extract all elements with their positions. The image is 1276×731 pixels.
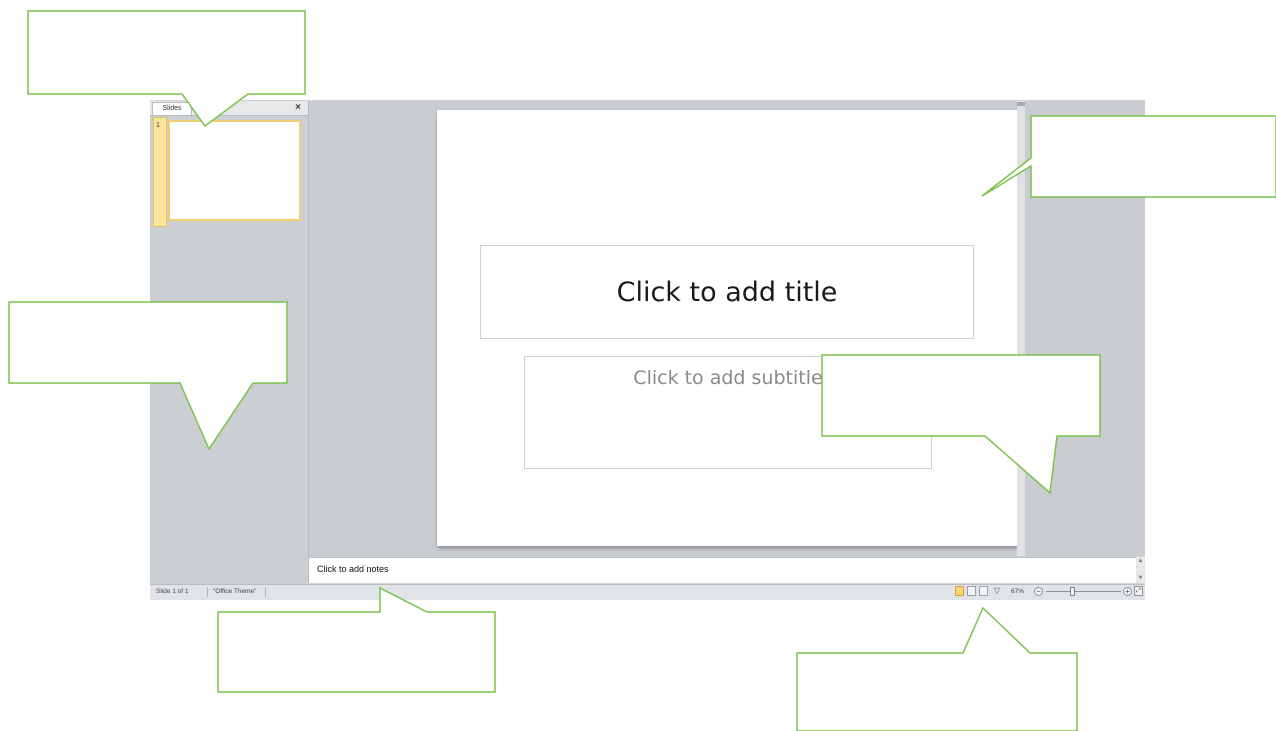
slide-selection-indicator [153,117,167,227]
scroll-up-icon[interactable]: ▲ [1136,557,1145,566]
notes-scrollbar[interactable]: ▲ ▼ [1136,557,1145,583]
tab-outline[interactable] [196,102,236,114]
scroll-down-icon[interactable]: ▼ [1136,574,1145,583]
close-icon[interactable]: × [293,102,303,113]
tab-slides[interactable]: Slides [152,102,192,115]
zoom-out-icon[interactable]: − [1034,587,1043,596]
callout-box [217,586,496,693]
zoom-level-label[interactable]: 67% [1011,586,1024,598]
slide-thumbnail[interactable] [168,120,301,221]
subtitle-placeholder[interactable]: Click to add subtitle [524,356,932,469]
title-placeholder[interactable]: Click to add title [480,245,974,339]
slideshow-view-button[interactable]: ▽ [993,586,1001,596]
zoom-in-icon[interactable]: + [1123,587,1132,596]
normal-view-button[interactable] [955,586,964,596]
slide-count-status: Slide 1 of 1 [156,588,189,595]
vertical-scrollbar[interactable] [1017,101,1025,556]
notes-placeholder: Click to add notes [317,564,389,574]
fit-to-window-icon[interactable]: ⤢ [1134,586,1143,596]
callout-box [796,606,1078,731]
status-divider [207,587,208,597]
slide-sorter-view-button[interactable] [967,586,976,596]
zoom-slider-track[interactable] [1046,591,1121,592]
reading-view-button[interactable] [979,586,988,596]
scrollbar-thumb[interactable] [1017,102,1025,106]
slide-thumbnail-number: 1 [156,122,160,129]
notes-pane[interactable]: Click to add notes [309,557,1136,583]
theme-name-status[interactable]: "Office Theme" [213,586,256,598]
status-divider [265,587,266,597]
zoom-slider-handle[interactable] [1070,587,1075,596]
